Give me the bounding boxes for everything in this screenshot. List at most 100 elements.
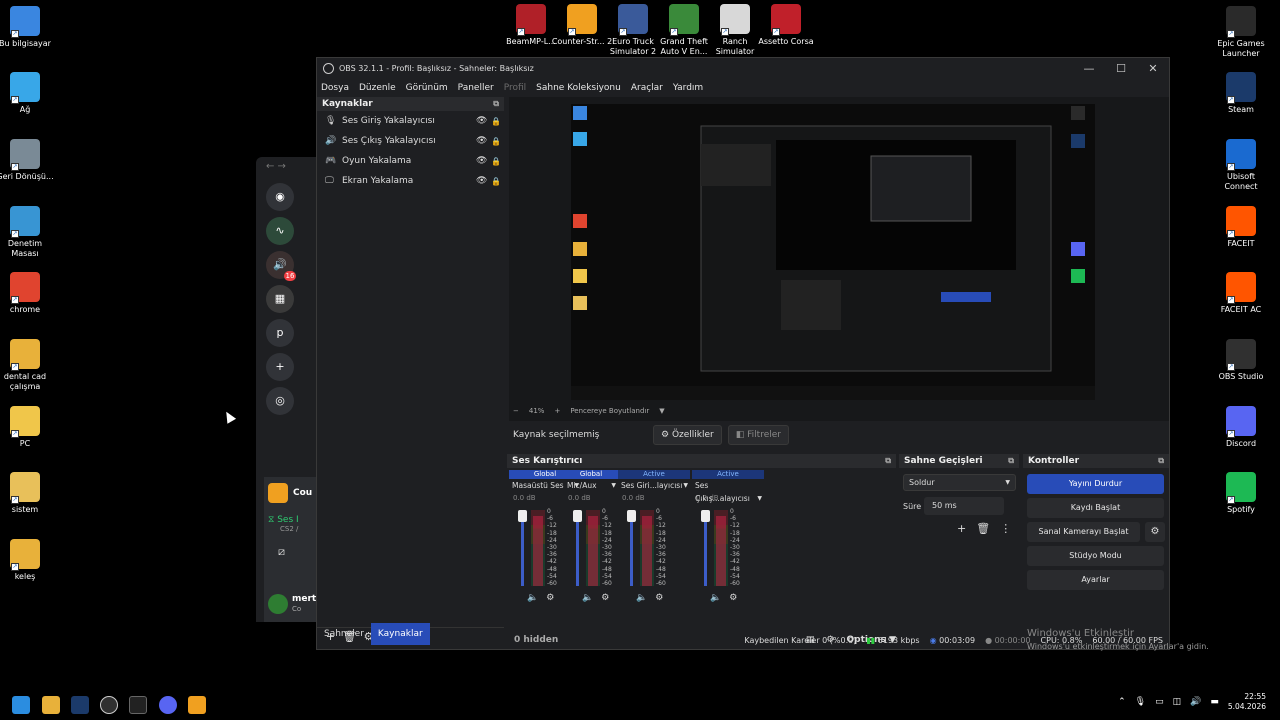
- back-arrow-icon[interactable]: ← →: [266, 161, 286, 172]
- fader-knob[interactable]: [701, 510, 710, 522]
- preview-area[interactable]: − 41% + Pencereye Boyutlandır ▼: [509, 97, 1169, 421]
- fader-knob[interactable]: [573, 510, 582, 522]
- desktop-icon[interactable]: ↗ Ağ: [0, 72, 56, 115]
- visibility-eye-icon[interactable]: 👁: [476, 136, 488, 146]
- undock-icon[interactable]: ⧉: [1008, 454, 1014, 468]
- start-recording-button[interactable]: Kaydı Başlat: [1027, 498, 1164, 518]
- channel-settings-icon[interactable]: ⚙: [601, 593, 609, 603]
- lock-icon[interactable]: 🔒: [488, 157, 504, 166]
- desktop-icon[interactable]: ↗ dental cad çalışma: [0, 339, 56, 392]
- duration-input[interactable]: 50 ms: [924, 497, 1004, 515]
- chevron-down-icon[interactable]: ▼: [683, 479, 688, 492]
- chevron-up-icon[interactable]: ⌃: [1118, 697, 1126, 707]
- battery-icon[interactable]: ▬: [1210, 697, 1219, 707]
- add-transition-icon[interactable]: +: [957, 522, 966, 535]
- lock-icon[interactable]: 🔒: [488, 117, 504, 126]
- desktop-icon[interactable]: ↗ FACEIT: [1210, 206, 1272, 249]
- desktop-icon[interactable]: ↗ Denetim Masası: [0, 206, 56, 259]
- channel-name[interactable]: Ses Çıkış...alayıcısı ▼: [692, 479, 764, 503]
- close-button[interactable]: ✕: [1137, 62, 1169, 75]
- server-icon[interactable]: 🔊 16: [266, 251, 296, 281]
- zoom-out-icon[interactable]: −: [513, 407, 519, 415]
- server-icon[interactable]: ∿: [266, 217, 294, 245]
- title-bar[interactable]: OBS 32.1.1 - Profil: Başlıksız - Sahnele…: [317, 58, 1169, 79]
- desktop-icon[interactable]: ↗ Spotify: [1210, 472, 1272, 515]
- file-explorer-icon[interactable]: [42, 696, 60, 714]
- fader-knob[interactable]: [518, 510, 527, 522]
- source-item[interactable]: 🎮 Oyun Yakalama 👁 🔒: [317, 151, 504, 171]
- server-icon[interactable]: ▦: [266, 285, 294, 313]
- channel-name[interactable]: Ses Giri...layıcısı ▼: [618, 479, 690, 492]
- start-icon[interactable]: [12, 696, 30, 714]
- menu-item[interactable]: Profil: [504, 83, 526, 93]
- desktop-icon[interactable]: ↗ FACEIT AC: [1210, 272, 1272, 315]
- visibility-eye-icon[interactable]: 👁: [476, 156, 488, 166]
- desktop-icon[interactable]: ↗ Bu bilgisayar: [0, 6, 56, 49]
- chevron-down-icon[interactable]: ▼: [757, 492, 762, 505]
- desktop-icon[interactable]: ↗ Epic Games Launcher: [1210, 6, 1272, 59]
- chevron-down-icon[interactable]: ▼: [611, 479, 616, 492]
- channel-settings-icon[interactable]: ⚙: [729, 593, 737, 603]
- volume-icon[interactable]: 🔊: [1190, 697, 1201, 707]
- avatar[interactable]: [268, 594, 288, 614]
- lock-icon[interactable]: 🔒: [488, 137, 504, 146]
- transition-select[interactable]: Soldur: [903, 474, 1016, 491]
- virtual-camera-settings-icon[interactable]: ⚙: [1145, 522, 1165, 542]
- delete-transition-icon[interactable]: 🗑: [976, 522, 990, 535]
- microphone-icon[interactable]: 🎙: [1135, 697, 1146, 707]
- maximize-button[interactable]: ☐: [1105, 62, 1137, 75]
- terminal-icon[interactable]: [129, 696, 147, 714]
- cs2-icon[interactable]: [188, 696, 206, 714]
- mute-speaker-icon[interactable]: 🔈: [582, 593, 593, 603]
- lock-icon[interactable]: 🔒: [488, 177, 504, 186]
- minimize-button[interactable]: —: [1073, 62, 1105, 75]
- desktop-icon[interactable]: ↗ Discord: [1210, 406, 1272, 449]
- desktop-icon[interactable]: ↗ keleş: [0, 539, 56, 582]
- chevron-down-icon[interactable]: ▼: [659, 407, 664, 415]
- studio-mode-button[interactable]: Stüdyo Modu: [1027, 546, 1164, 566]
- stop-stream-button[interactable]: Yayını Durdur: [1027, 474, 1164, 494]
- menu-item[interactable]: Görünüm: [406, 83, 448, 93]
- mute-speaker-icon[interactable]: 🔈: [710, 593, 721, 603]
- menu-item[interactable]: Dosya: [321, 83, 349, 93]
- network-icon[interactable]: ◫: [1173, 697, 1182, 707]
- steam-icon[interactable]: [71, 696, 89, 714]
- undock-icon[interactable]: ⧉: [1158, 454, 1164, 468]
- mute-speaker-icon[interactable]: 🔈: [636, 593, 647, 603]
- source-item[interactable]: 🖵 Ekran Yakalama 👁 🔒: [317, 171, 504, 191]
- obs-window[interactable]: OBS 32.1.1 - Profil: Başlıksız - Sahnele…: [316, 57, 1170, 650]
- visibility-eye-icon[interactable]: 👁: [476, 176, 488, 186]
- channel-settings-icon[interactable]: ⚙: [655, 593, 663, 603]
- desktop-icon[interactable]: ↗ Steam: [1210, 72, 1272, 115]
- desktop-icon[interactable]: ↗ chrome: [0, 272, 56, 315]
- desktop-icon[interactable]: ↗ PC: [0, 406, 56, 449]
- channel-settings-icon[interactable]: ⚙: [546, 593, 554, 603]
- clock[interactable]: 22:55 5.04.2026: [1228, 692, 1266, 712]
- display-icon[interactable]: ▭: [1155, 697, 1164, 707]
- settings-button[interactable]: Ayarlar: [1027, 570, 1164, 590]
- fader-knob[interactable]: [627, 510, 636, 522]
- menu-item[interactable]: Sahne Koleksiyonu: [536, 83, 621, 93]
- start-virtual-camera-button[interactable]: Sanal Kamerayı Başlat: [1027, 522, 1140, 542]
- source-item[interactable]: 🎙 Ses Giriş Yakalayıcısı 👁 🔒: [317, 111, 504, 131]
- desktop-icon[interactable]: ↗ OBS Studio: [1210, 339, 1272, 382]
- desktop-icon[interactable]: ↗ Geri Dönüşü...: [0, 139, 56, 182]
- undock-icon[interactable]: ⧉: [493, 97, 499, 111]
- explore-icon[interactable]: ◎: [266, 387, 294, 415]
- zoom-in-icon[interactable]: +: [554, 407, 560, 415]
- menu-item[interactable]: Araçlar: [631, 83, 663, 93]
- fit-to-window[interactable]: Pencereye Boyutlandır: [570, 407, 649, 415]
- desktop-icon[interactable]: ↗ sistem: [0, 472, 56, 515]
- source-item[interactable]: 🔊 Ses Çıkış Yakalayıcısı 👁 🔒: [317, 131, 504, 151]
- visibility-eye-icon[interactable]: 👁: [476, 116, 488, 126]
- obs-icon[interactable]: [100, 696, 118, 714]
- server-p-icon[interactable]: p: [266, 319, 294, 347]
- discord-home-icon[interactable]: ◉: [266, 183, 294, 211]
- dm-name[interactable]: Cou: [293, 488, 312, 498]
- menu-item[interactable]: Yardım: [673, 83, 703, 93]
- channel-name[interactable]: Mic/Aux ▼: [564, 479, 618, 492]
- undock-icon[interactable]: ⧉: [885, 454, 891, 468]
- menu-item[interactable]: Düzenle: [359, 83, 396, 93]
- filters-button[interactable]: ◧ Filtreler: [727, 425, 789, 445]
- desktop-icon[interactable]: ↗ Ubisoft Connect: [1210, 139, 1272, 192]
